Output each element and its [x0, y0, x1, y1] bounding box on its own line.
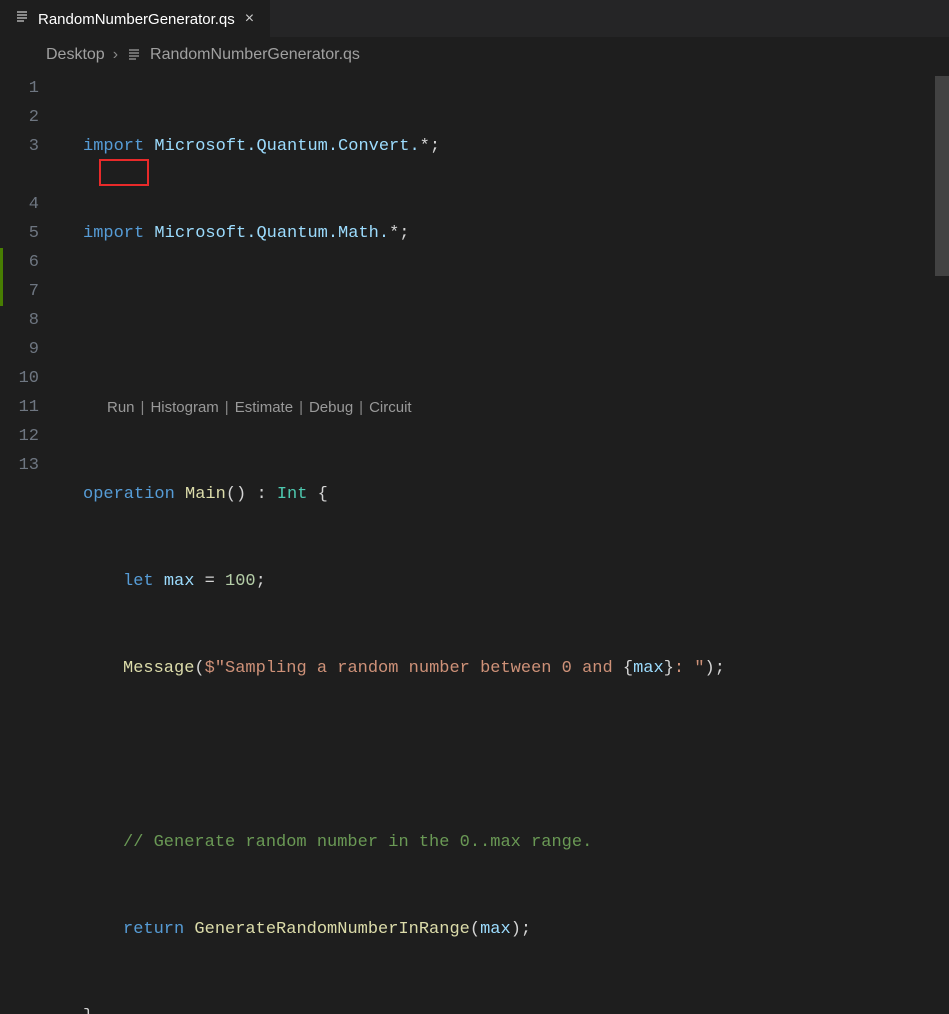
function-call: GenerateRandomNumberInRange — [194, 915, 469, 944]
comment: // Generate random number in the 0..max … — [123, 828, 592, 857]
breadcrumb-file[interactable]: RandomNumberGenerator.qs — [150, 46, 360, 64]
breadcrumb: Desktop › RandomNumberGenerator.qs — [0, 38, 949, 74]
line-number: 4 — [29, 190, 39, 219]
function-name: Main — [185, 480, 226, 509]
variable: max — [164, 567, 195, 596]
number: 100 — [225, 567, 256, 596]
chevron-right-icon: › — [113, 46, 118, 64]
line-number: 5 — [29, 219, 39, 248]
line-number: 3 — [29, 132, 39, 161]
codelens-run[interactable]: Run — [107, 393, 135, 422]
breadcrumb-parent[interactable]: Desktop — [46, 46, 105, 64]
keyword: let — [123, 567, 154, 596]
function-call: Message — [123, 654, 194, 683]
line-number: 1 — [29, 74, 39, 103]
string: "Sampling a random number between 0 and — [215, 654, 623, 683]
codelens-debug[interactable]: Debug — [309, 393, 353, 422]
keyword: return — [123, 915, 184, 944]
type: Int — [277, 480, 308, 509]
line-number: 6 — [29, 248, 39, 277]
tab-bar: RandomNumberGenerator.qs × — [0, 0, 949, 38]
code-content[interactable]: import Microsoft.Quantum.Convert.*; impo… — [59, 74, 949, 505]
brace: } — [83, 1002, 93, 1014]
line-number: 9 — [29, 335, 39, 364]
scrollbar-track[interactable] — [935, 76, 949, 507]
codelens-estimate[interactable]: Estimate — [235, 393, 293, 422]
line-number: 12 — [19, 422, 39, 451]
line-number: 8 — [29, 306, 39, 335]
close-icon[interactable]: × — [243, 10, 256, 28]
file-icon — [126, 46, 142, 64]
codelens: Run| Histogram| Estimate| Debug| Circuit — [83, 393, 949, 422]
keyword: import — [83, 132, 144, 161]
code-editor[interactable]: 1 2 3 4 5 6 7 8 9 10 11 12 13 import Mic… — [0, 74, 949, 505]
line-number-gutter: 1 2 3 4 5 6 7 8 9 10 11 12 13 — [3, 74, 59, 505]
tab-filename: RandomNumberGenerator.qs — [38, 11, 235, 28]
line-number: 2 — [29, 103, 39, 132]
line-number: 10 — [19, 364, 39, 393]
editor-tab[interactable]: RandomNumberGenerator.qs × — [0, 0, 270, 37]
variable: max — [633, 654, 664, 683]
namespace: Microsoft.Quantum.Math. — [154, 219, 389, 248]
keyword: import — [83, 219, 144, 248]
codelens-circuit[interactable]: Circuit — [369, 393, 412, 422]
variable: max — [480, 915, 511, 944]
line-number: 7 — [29, 277, 39, 306]
line-number: 11 — [19, 393, 39, 422]
file-icon — [14, 9, 30, 29]
codelens-histogram[interactable]: Histogram — [150, 393, 218, 422]
line-number: 13 — [19, 451, 39, 480]
scrollbar-thumb[interactable] — [935, 76, 949, 276]
namespace: Microsoft.Quantum.Convert. — [154, 132, 419, 161]
keyword: operation — [83, 480, 175, 509]
